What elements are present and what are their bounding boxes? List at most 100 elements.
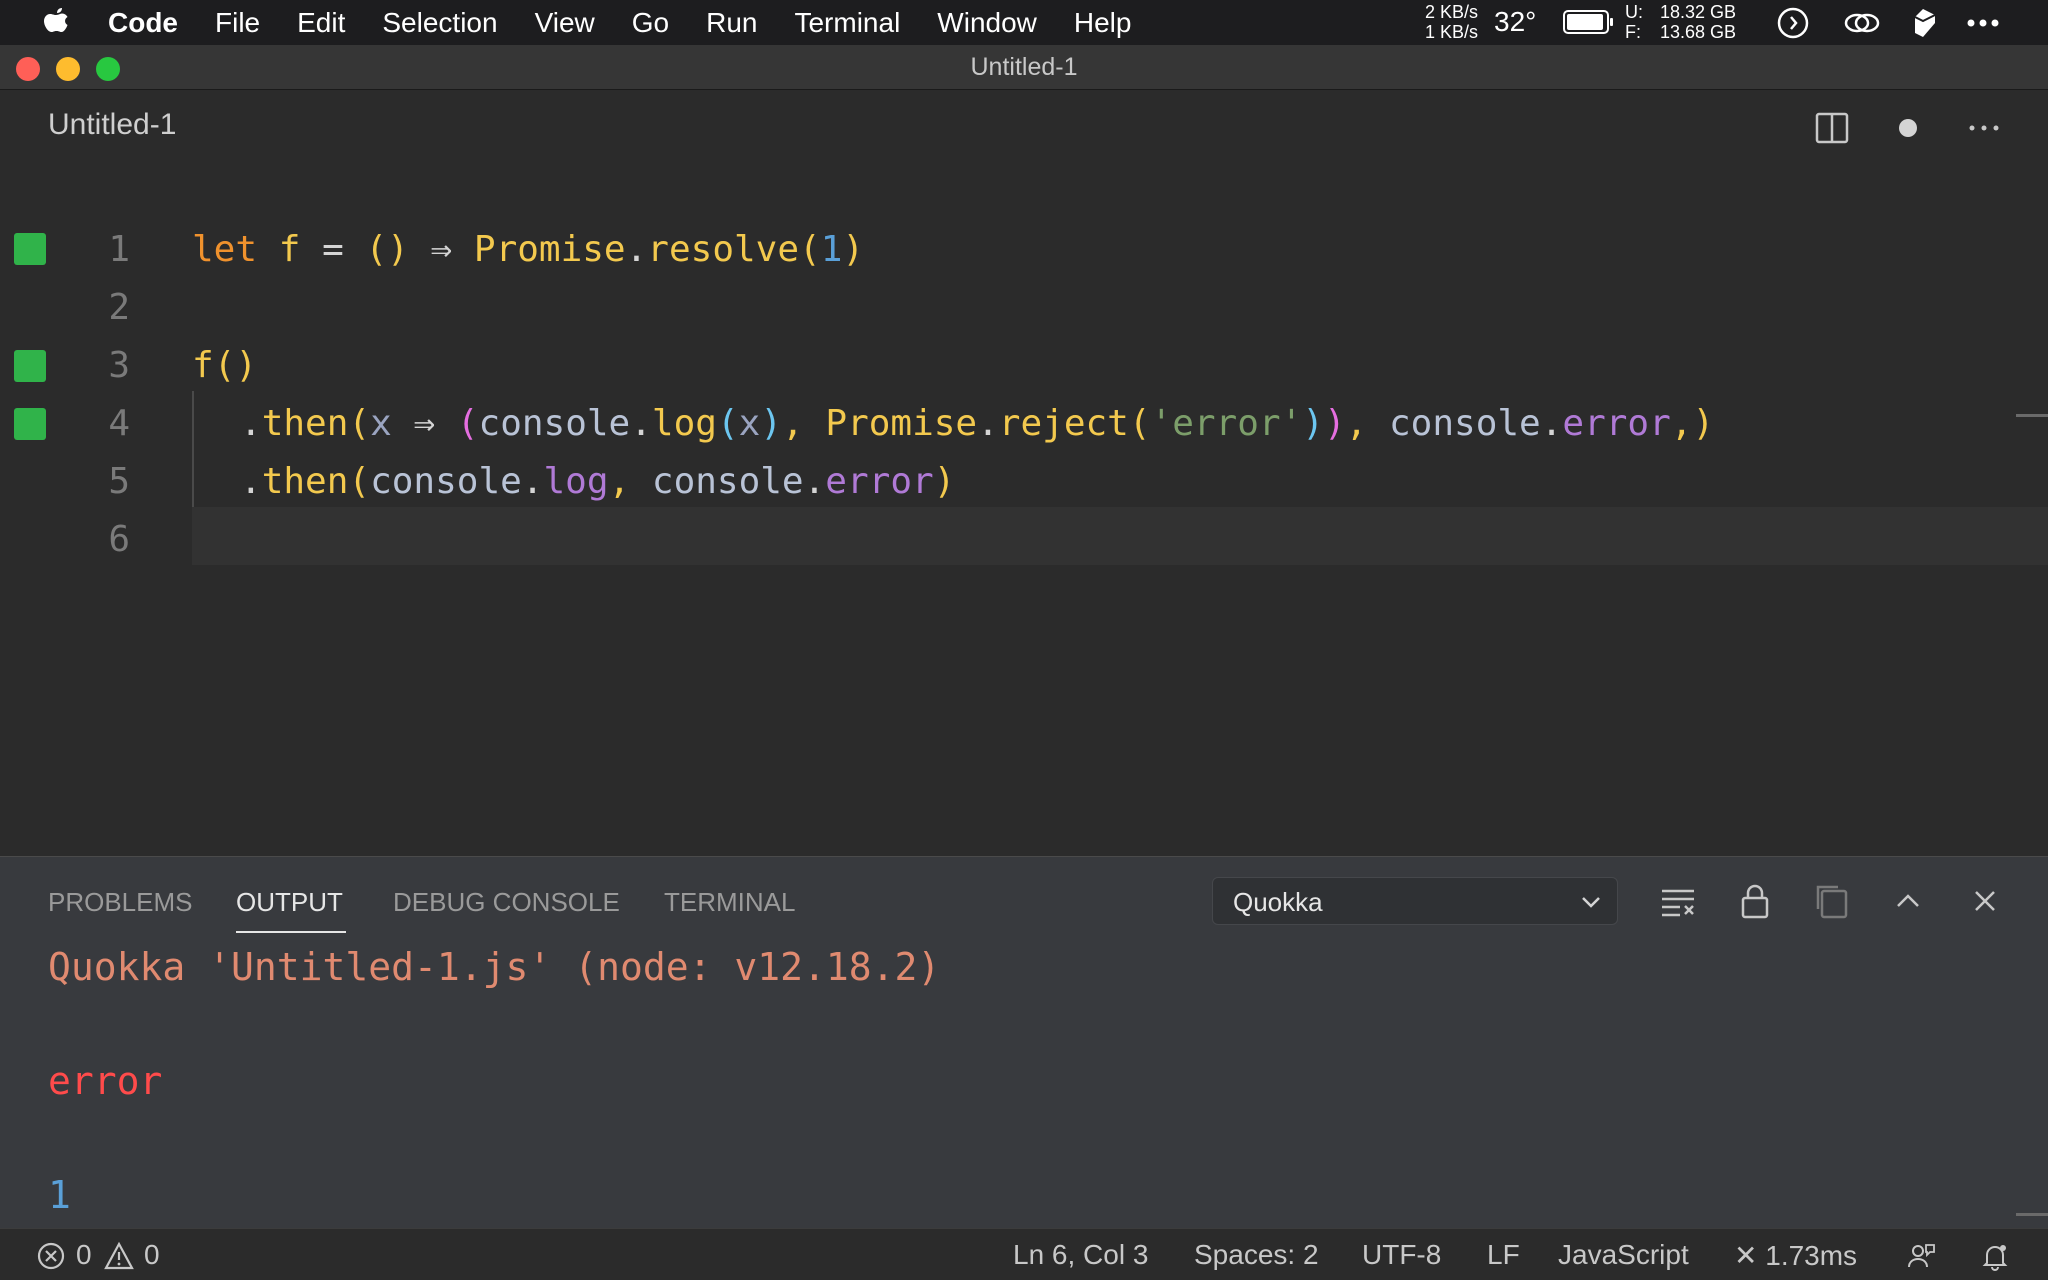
net-up: 2 KB/s [1424, 2, 1478, 22]
cursor-position[interactable]: Ln 6, Col 3 [1013, 1239, 1148, 1271]
vscode-window: Untitled-1 Untitled-1 1 2 3 4 5 6 let f … [0, 45, 2048, 1280]
output-line-header: Quokka 'Untitled-1.js' (node: v12.18.2) [48, 945, 941, 989]
clock-icon[interactable] [1776, 6, 1810, 40]
panel-scrollbar-marker [2016, 1213, 2048, 1216]
code-line-1[interactable]: let f = () ⇒ Promise.resolve(1) [192, 221, 864, 279]
token-paren: ( [799, 229, 821, 270]
menu-selection[interactable]: Selection [382, 7, 497, 39]
language-mode[interactable]: JavaScript [1558, 1239, 1689, 1271]
bottom-panel: PROBLEMS OUTPUT DEBUG CONSOLE TERMINAL Q… [0, 856, 2048, 1273]
token-dot: . [625, 229, 648, 270]
token-class: Promise [825, 403, 978, 444]
unsaved-dot-icon[interactable] [1890, 110, 1926, 146]
warning-icon[interactable] [104, 1241, 134, 1271]
tab-debug-console[interactable]: DEBUG CONSOLE [393, 887, 620, 918]
token-paren: ( [716, 403, 739, 444]
chevron-down-icon [1582, 897, 1600, 908]
screen: Code File Edit Selection View Go Run Ter… [0, 0, 2048, 1280]
quokka-status[interactable]: ✕ 1.73ms [1734, 1239, 1857, 1272]
code-editor[interactable]: 1 2 3 4 5 6 let f = () ⇒ Promise.resolve… [0, 170, 2048, 810]
token-paren: ) [933, 461, 956, 502]
code-line-5[interactable]: .then(console.log, console.error) [240, 453, 955, 511]
line-number: 6 [108, 519, 130, 560]
network-stats[interactable]: 2 KB/s 1 KB/s [1420, 2, 1478, 42]
notifications-bell-icon[interactable] [1980, 1241, 2010, 1271]
token-dot: . [803, 461, 826, 502]
token-arrow: ⇒ [430, 229, 453, 270]
token-paren: ) [842, 229, 865, 270]
menu-view[interactable]: View [535, 7, 595, 39]
token-arrow: ⇒ [413, 403, 436, 444]
token-keyword: let [192, 229, 258, 270]
close-panel-icon[interactable] [1965, 881, 2005, 921]
error-count[interactable]: 0 [76, 1239, 92, 1271]
line-number: 4 [108, 403, 130, 444]
token-dot: . [630, 403, 652, 444]
clear-output-icon[interactable] [1658, 881, 1698, 921]
menu-window[interactable]: Window [937, 7, 1037, 39]
cube-icon[interactable] [1906, 6, 1940, 40]
code-line-3[interactable]: f() [192, 337, 257, 395]
output-channel-select[interactable]: Quokka [1212, 877, 1618, 925]
token-paren: ( [456, 403, 479, 444]
editor-tab-bar: Untitled-1 [0, 90, 2048, 170]
menu-terminal[interactable]: Terminal [794, 7, 900, 39]
token-comma: , [1345, 403, 1368, 444]
battery-icon[interactable] [1563, 10, 1613, 34]
token-dot: . [240, 403, 262, 444]
apple-icon[interactable] [40, 6, 72, 40]
token-dot: . [977, 403, 999, 444]
token-comma: , [608, 461, 631, 502]
token-parens: () [213, 345, 258, 386]
line-number: 3 [108, 345, 130, 386]
token-property: error [1562, 403, 1671, 444]
quokka-coverage-marker [14, 233, 46, 265]
token-paren: ( [1128, 403, 1151, 444]
token-parens: () [365, 229, 409, 270]
encoding[interactable]: UTF-8 [1362, 1239, 1441, 1271]
output-channel-label: Quokka [1233, 887, 1323, 917]
disk-values[interactable]: 18.32 GB 13.68 GB [1660, 2, 1736, 42]
token-method: then [261, 461, 349, 502]
menu-app[interactable]: Code [108, 7, 178, 39]
token-dot: . [1540, 403, 1563, 444]
token-paren: ) [1692, 403, 1715, 444]
code-line-4[interactable]: .then(x ⇒ (console.log(x), Promise.rejec… [240, 395, 1714, 453]
token-object: console [478, 403, 631, 444]
token-method: then [261, 403, 349, 444]
more-actions-icon[interactable] [1966, 110, 2002, 146]
tab-output[interactable]: OUTPUT [236, 887, 343, 918]
lock-icon[interactable] [1735, 881, 1775, 921]
quokka-coverage-marker [14, 350, 46, 382]
token-paren: ( [348, 403, 371, 444]
link-icon[interactable] [1843, 6, 1881, 40]
token-string: 'error' [1150, 403, 1303, 444]
menu-file[interactable]: File [215, 7, 260, 39]
window-title: Untitled-1 [970, 53, 1078, 81]
indentation[interactable]: Spaces: 2 [1194, 1239, 1319, 1271]
menu-go[interactable]: Go [632, 7, 669, 39]
more-icon[interactable] [1963, 6, 2003, 40]
menu-run[interactable]: Run [706, 7, 757, 39]
tab-problems[interactable]: PROBLEMS [48, 887, 193, 918]
open-in-editor-icon[interactable] [1812, 881, 1852, 921]
feedback-icon[interactable] [1906, 1241, 1936, 1271]
quokka-coverage-marker [14, 408, 46, 440]
token-comma: , [782, 403, 804, 444]
token-object: console [1389, 403, 1541, 444]
warning-count[interactable]: 0 [144, 1239, 160, 1271]
tab-untitled-1[interactable]: Untitled-1 [48, 108, 176, 142]
error-icon[interactable] [36, 1241, 66, 1271]
indent-guide [192, 391, 194, 507]
active-tab-indicator [236, 931, 346, 933]
token-method: reject [998, 403, 1129, 444]
tab-terminal[interactable]: TERMINAL [664, 887, 795, 918]
temperature[interactable]: 32° [1494, 6, 1536, 38]
line-number: 1 [108, 229, 130, 270]
split-editor-icon[interactable] [1814, 110, 1850, 146]
menu-edit[interactable]: Edit [297, 7, 345, 39]
end-of-line[interactable]: LF [1487, 1239, 1520, 1271]
token-paren: ) [760, 403, 783, 444]
menu-help[interactable]: Help [1074, 7, 1132, 39]
maximize-panel-icon[interactable] [1888, 881, 1928, 921]
